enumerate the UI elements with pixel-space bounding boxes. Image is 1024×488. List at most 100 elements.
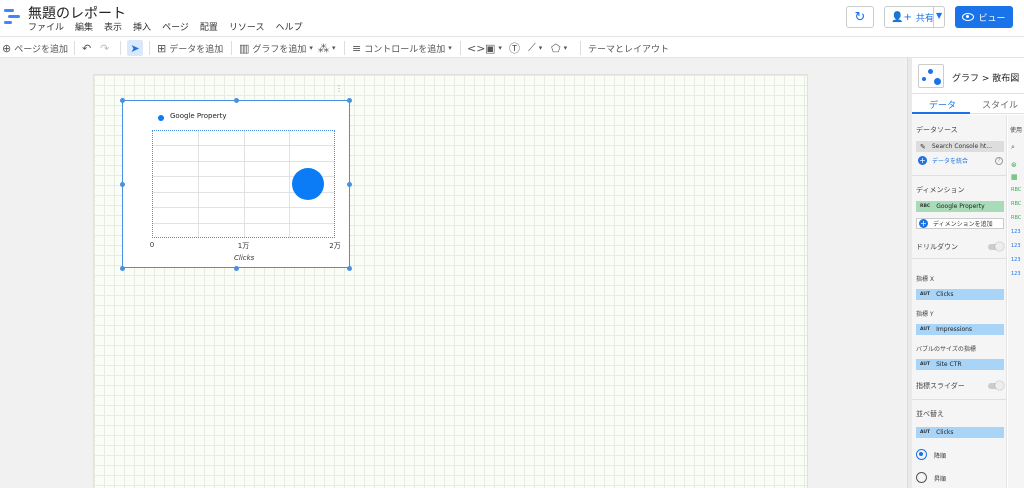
resize-handle[interactable]	[347, 98, 352, 103]
scatter-chart-icon[interactable]	[918, 64, 944, 88]
search-icon[interactable]: ⌕	[1011, 143, 1015, 152]
metric-x-chip[interactable]: AUT Clicks	[916, 289, 1004, 300]
chevron-down-icon: ▾	[538, 44, 543, 52]
shape-button[interactable]: ⬠ ▾	[551, 40, 567, 56]
community-visualization-icon: ⁂	[318, 41, 329, 55]
add-page-button[interactable]: ⊕ ページを追加	[2, 40, 68, 56]
sort-descending-radio[interactable]	[916, 449, 927, 460]
add-data-icon: ⊞	[157, 41, 167, 55]
resize-handle[interactable]	[120, 182, 125, 187]
metric-slider-toggle[interactable]	[988, 381, 1004, 390]
text-button[interactable]: Ⓣ	[509, 40, 520, 56]
select-tool-button[interactable]: ➤	[127, 40, 143, 56]
sort-ascending-radio[interactable]	[916, 472, 927, 483]
sort-ascending-label: 昇順	[934, 476, 947, 483]
resize-handle[interactable]	[120, 266, 125, 271]
datasource-chip[interactable]: ✎ Search Console ht...	[916, 141, 1004, 152]
redo-button[interactable]: ↷	[100, 40, 109, 56]
view-button[interactable]: ビュー	[955, 6, 1013, 28]
resize-handle[interactable]	[347, 182, 352, 187]
theme-layout-button[interactable]: テーマとレイアウト	[588, 40, 669, 56]
text-field-icon[interactable]: RBC	[1011, 201, 1021, 207]
help-icon[interactable]: ?	[995, 157, 1003, 165]
shape-icon: ⬠	[551, 41, 561, 55]
resize-handle[interactable]	[120, 98, 125, 103]
x-tick-label: 0	[149, 241, 155, 249]
metric-x-title: 指標 X	[916, 276, 935, 283]
undo-icon: ↶	[82, 41, 92, 55]
menu-resource[interactable]: リソース	[229, 20, 265, 34]
number-field-icon[interactable]: 123	[1011, 229, 1021, 235]
add-control-button[interactable]: ≡ コントロールを追加 ▾	[352, 40, 452, 56]
share-button[interactable]: 👤+ 共有 ▼	[884, 6, 945, 28]
menu-file[interactable]: ファイル	[28, 20, 64, 34]
redo-icon: ↷	[100, 41, 110, 55]
image-button[interactable]: ▣ ▾	[485, 40, 502, 56]
add-data-button[interactable]: ⊞ データを追加	[157, 40, 223, 56]
share-divider	[933, 7, 934, 27]
chart-type-breadcrumb[interactable]: グラフ > 散布図	[952, 71, 1019, 84]
data-bubble[interactable]	[291, 168, 324, 200]
embed-code-button[interactable]: <>	[467, 40, 485, 56]
add-chart-label: グラフを追加	[252, 44, 307, 55]
community-viz-button[interactable]: ⁂ ▾	[318, 40, 336, 56]
metric-y-title: 指標 Y	[916, 311, 934, 318]
resize-handle[interactable]	[347, 266, 352, 271]
menu-edit[interactable]: 編集	[75, 20, 93, 34]
undo-button[interactable]: ↶	[82, 40, 91, 56]
edit-pencil-icon[interactable]: ✎	[920, 143, 926, 151]
number-field-icon[interactable]: 123	[1011, 257, 1021, 263]
number-field-icon[interactable]: 123	[1011, 271, 1021, 277]
metric-y-value: Impressions	[936, 326, 973, 333]
resize-handle[interactable]	[234, 98, 239, 103]
menu-view[interactable]: 表示	[104, 20, 122, 34]
legend-label: Google Property	[170, 112, 227, 120]
add-icon: +	[919, 219, 928, 228]
menu-insert[interactable]: 挿入	[133, 20, 151, 34]
refresh-button[interactable]: ↻	[846, 6, 874, 28]
text-type-icon: RBC	[920, 204, 931, 209]
available-fields-title: 使用	[1010, 127, 1023, 134]
toolbar-divider	[149, 41, 150, 55]
menu-arrange[interactable]: 配置	[200, 20, 218, 34]
menu-help[interactable]: ヘルプ	[275, 20, 302, 34]
toolbar-divider	[460, 41, 461, 55]
share-dropdown-icon[interactable]: ▼	[936, 11, 942, 20]
panel-tabs: データ スタイル	[912, 94, 1024, 114]
dimension-value: Google Property	[936, 203, 985, 210]
sort-title: 並べ替え	[916, 410, 944, 418]
sort-descending-label: 降順	[934, 453, 947, 460]
dimension-chip[interactable]: RBC Google Property	[916, 201, 1004, 212]
bubble-metric-chip[interactable]: AUT Site CTR	[916, 359, 1004, 370]
line-button[interactable]: ⟋ ▾	[528, 40, 542, 56]
eye-icon	[962, 13, 975, 21]
text-field-icon[interactable]: RBC	[1011, 187, 1021, 193]
more-options-icon[interactable]: ⋮	[335, 85, 343, 93]
tab-data[interactable]: データ	[929, 98, 956, 111]
toolbar-divider	[580, 41, 581, 55]
add-person-icon: 👤+	[891, 11, 912, 23]
resize-handle[interactable]	[234, 266, 239, 271]
menu-page[interactable]: ページ	[162, 20, 189, 34]
refresh-icon: ↻	[854, 9, 866, 25]
toolbar: ⊕ ページを追加 ↶ ↷ ➤ ⊞ データを追加 ▥ グラフを追加 ▾ ⁂ ▾ ≡…	[0, 36, 1024, 58]
drilldown-toggle[interactable]	[988, 242, 1004, 251]
datasource-value: Search Console ht...	[931, 143, 992, 150]
number-field-icon[interactable]: 123	[1011, 243, 1021, 249]
active-tab-indicator	[912, 112, 970, 114]
add-control-label: コントロールを追加	[364, 44, 446, 55]
metric-y-chip[interactable]: AUT Impressions	[916, 324, 1004, 335]
text-field-icon[interactable]: RBC	[1011, 215, 1021, 221]
bubble-size-title: バブルのサイズの指標	[916, 346, 976, 353]
sort-chip[interactable]: AUT Clicks	[916, 427, 1004, 438]
line-icon: ⟋	[528, 41, 536, 54]
menu-bar: ファイル 編集 表示 挿入 ページ 配置 リソース ヘルプ	[28, 20, 302, 34]
add-chart-button[interactable]: ▥ グラフを追加 ▾	[239, 40, 313, 56]
x-tick-label: 2万	[329, 242, 341, 250]
add-dimension-button[interactable]: + ディメンションを追加	[916, 218, 1004, 229]
bubble-metric-value: Site CTR	[936, 361, 962, 368]
looker-studio-logo-icon[interactable]	[4, 8, 22, 26]
blend-data-link[interactable]: + データを統合	[916, 156, 968, 165]
tab-style[interactable]: スタイル	[982, 98, 1018, 111]
app-header: 無題のレポート ファイル 編集 表示 挿入 ページ 配置 リソース ヘルプ ↻ …	[0, 0, 1024, 36]
